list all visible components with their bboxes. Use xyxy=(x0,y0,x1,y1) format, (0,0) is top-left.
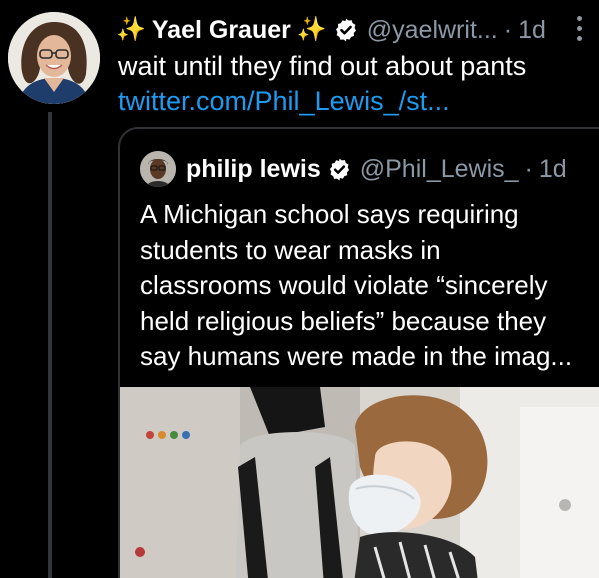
quoted-tweet-header: philip lewis @Phil_Lewis_ · 1d xyxy=(140,151,567,187)
thread-line xyxy=(48,112,52,578)
quoted-handle[interactable]: @Phil_Lewis_ xyxy=(360,155,519,184)
quoted-tweet-text: A Michigan school says requiring student… xyxy=(140,197,599,375)
quoted-text-line: A Michigan school says requiring xyxy=(140,199,519,229)
tweet-text: wait until they find out about pants xyxy=(118,51,527,81)
quoted-text-line: students to wear masks in xyxy=(140,234,441,265)
quoted-display-name[interactable]: philip lewis xyxy=(186,155,321,184)
tweet-header: ✨ Yael Grauer ✨ @yaelwrit... · 1d xyxy=(116,10,546,50)
quoted-tweet[interactable]: philip lewis @Phil_Lewis_ · 1d A Michiga… xyxy=(118,127,599,578)
quoted-timestamp[interactable]: 1d xyxy=(539,155,567,184)
quoted-avatar[interactable] xyxy=(140,151,176,187)
quoted-text-line: say humans were made in the imag... xyxy=(140,341,573,371)
sparkle-emoji: ✨ xyxy=(116,16,146,43)
separator-dot: · xyxy=(524,154,533,183)
quoted-text-line: held religious beliefs” because they xyxy=(140,305,547,336)
tweet-screen: ✨ Yael Grauer ✨ @yaelwrit... · 1d wait u… xyxy=(0,0,599,578)
more-options-icon[interactable] xyxy=(577,16,583,44)
display-name[interactable]: Yael Grauer xyxy=(152,16,291,45)
timestamp[interactable]: 1d xyxy=(518,16,546,45)
tweet-link[interactable]: twitter.com/Phil_Lewis_/st... xyxy=(118,84,450,118)
avatar[interactable] xyxy=(8,12,100,104)
quoted-media-image[interactable] xyxy=(120,387,599,578)
quoted-text-line: classrooms would violate “sincerely xyxy=(140,270,548,300)
avatar-photo xyxy=(8,12,100,104)
verified-badge-icon xyxy=(329,158,349,180)
separator-dot: · xyxy=(503,15,513,44)
quoted-avatar-photo xyxy=(140,151,176,187)
verified-badge-icon xyxy=(335,18,356,42)
handle[interactable]: @yaelwrit... xyxy=(367,16,498,45)
classroom-photo xyxy=(120,387,599,578)
sparkle-emoji: ✨ xyxy=(296,16,327,43)
